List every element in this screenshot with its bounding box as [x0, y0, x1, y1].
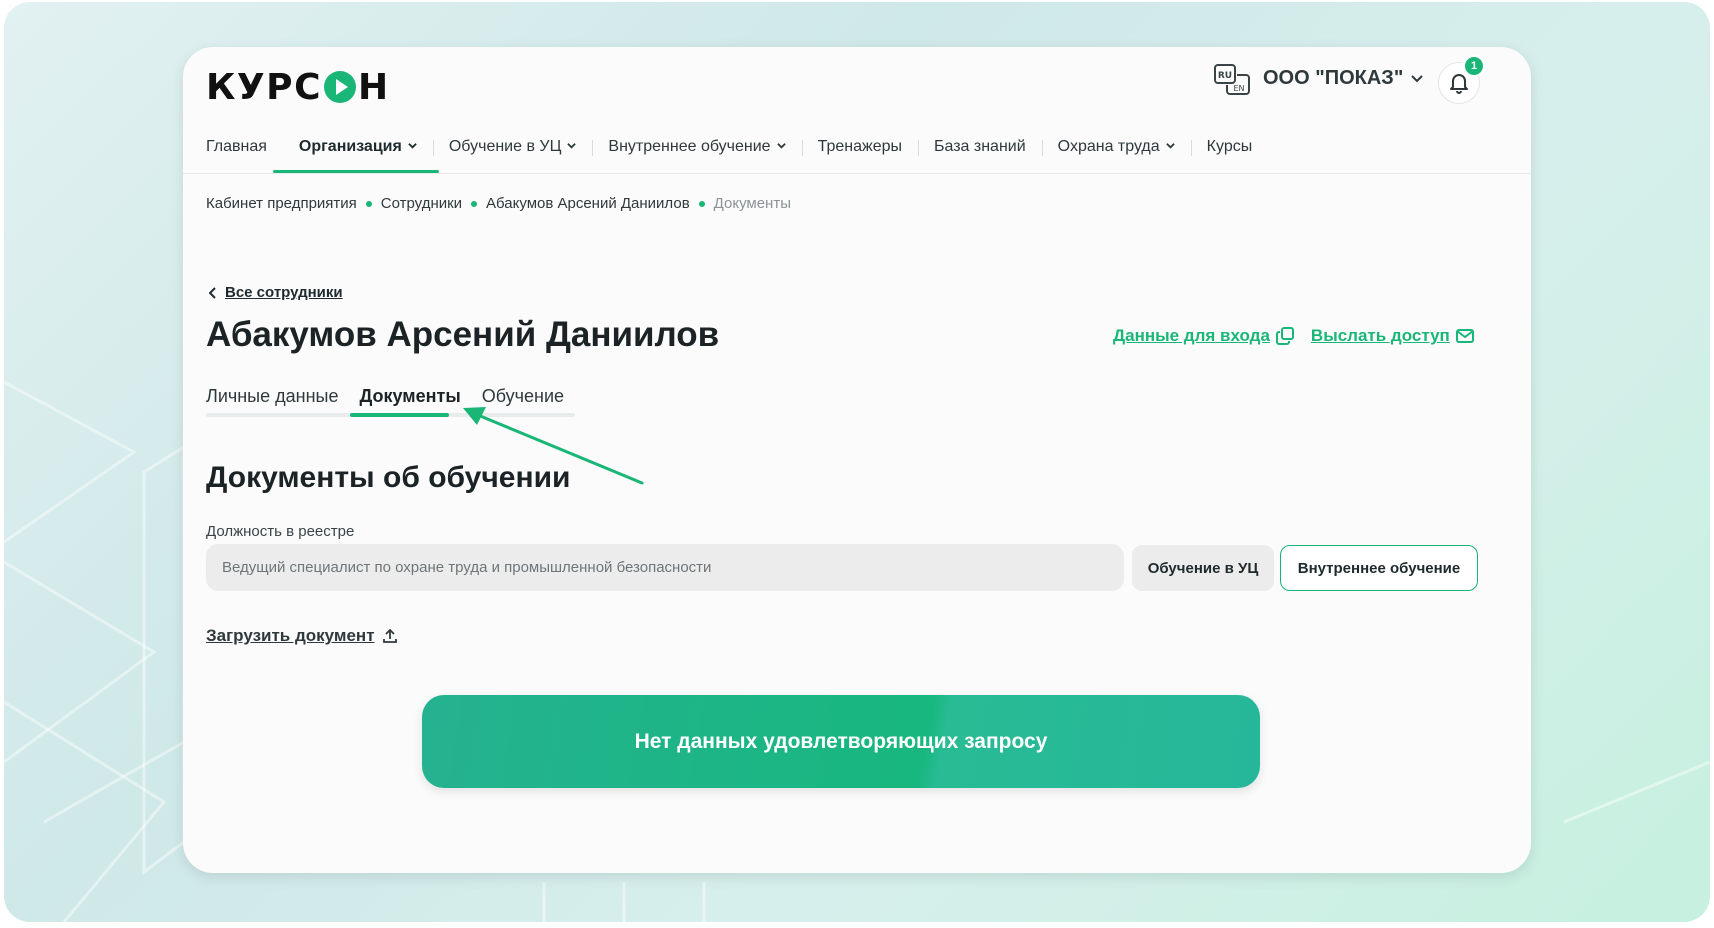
- svg-text:EN: EN: [1233, 84, 1244, 93]
- nav-item-courses[interactable]: Курсы: [1190, 138, 1269, 173]
- upload-icon: [382, 628, 397, 643]
- breadcrumb-current: Документы: [713, 195, 791, 212]
- breadcrumb: Кабинет предприятия Сотрудники Абакумов …: [206, 195, 791, 212]
- internal-training-button[interactable]: Внутреннее обучение: [1280, 545, 1478, 591]
- main-card: КУРС Н RU EN ООО "ПОКАЗ" 1 Главная Орган…: [183, 47, 1531, 873]
- uc-training-button[interactable]: Обучение в УЦ: [1132, 545, 1274, 591]
- mail-icon: [1455, 329, 1474, 343]
- breadcrumb-separator: [698, 200, 705, 207]
- send-access-label: Выслать доступ: [1310, 326, 1450, 345]
- tab-training[interactable]: Обучение: [482, 386, 564, 416]
- nav-label: Обучение в УЦ: [448, 138, 562, 155]
- position-field[interactable]: [206, 544, 1124, 591]
- chevron-down-icon: [1165, 143, 1175, 149]
- org-selector[interactable]: ООО "ПОКАЗ": [1263, 67, 1424, 90]
- nav-label: Организация: [298, 138, 402, 155]
- bell-icon: [1450, 74, 1468, 94]
- breadcrumb-item[interactable]: Кабинет предприятия: [206, 195, 357, 212]
- chevron-down-icon: [567, 143, 577, 149]
- chevron-down-icon: [408, 143, 417, 149]
- nav-label: Охрана труда: [1057, 138, 1160, 155]
- back-link-label: Все сотрудники: [225, 284, 343, 301]
- section-title: Документы об обучении: [206, 461, 571, 494]
- nav-item-internal-training[interactable]: Внутреннее обучение: [592, 138, 801, 173]
- breadcrumb-separator: [365, 200, 372, 207]
- upload-document-link[interactable]: Загрузить документ: [206, 626, 397, 646]
- tab-documents[interactable]: Документы: [359, 386, 460, 416]
- breadcrumb-item[interactable]: Сотрудники: [381, 195, 462, 212]
- active-tab-indicator: [350, 413, 449, 417]
- ru-en-lang-icon[interactable]: RU EN: [1213, 63, 1251, 97]
- logo-play-icon: [324, 71, 356, 103]
- kurson-logo[interactable]: КУРС Н: [206, 61, 390, 113]
- logo-text-left: КУРС: [206, 66, 322, 108]
- notification-badge: 1: [1463, 55, 1485, 77]
- page-title: Абакумов Арсений Даниилов: [206, 315, 720, 354]
- nav-label: База знаний: [933, 138, 1026, 155]
- nav-item-uc-training[interactable]: Обучение в УЦ: [432, 138, 593, 173]
- breadcrumb-separator: [471, 200, 478, 207]
- empty-state-banner: Нет данных удовлетворяющих запросу: [422, 695, 1260, 788]
- nav-divider: [183, 173, 1531, 174]
- tab-personal-data[interactable]: Личные данные: [206, 386, 338, 416]
- employee-tabs: Личные данные Документы Обучение: [206, 386, 575, 416]
- nav-label: Главная: [206, 138, 267, 155]
- nav-item-organization[interactable]: Организация: [272, 138, 439, 173]
- login-data-link[interactable]: Данные для входа: [1113, 326, 1294, 346]
- back-to-employees-link[interactable]: Все сотрудники: [209, 284, 343, 301]
- nav-item-labor-safety[interactable]: Охрана труда: [1041, 138, 1191, 173]
- upload-document-label: Загрузить документ: [206, 626, 375, 645]
- chevron-left-icon: [209, 286, 216, 299]
- copy-icon: [1275, 327, 1294, 345]
- nav-label: Курсы: [1206, 138, 1253, 155]
- chevron-down-icon: [1411, 74, 1424, 82]
- breadcrumb-item[interactable]: Абакумов Арсений Даниилов: [486, 195, 690, 212]
- logo-text-right: Н: [358, 66, 390, 108]
- org-name: ООО "ПОКАЗ": [1263, 67, 1404, 89]
- nav-item-knowledge-base[interactable]: База знаний: [917, 138, 1042, 173]
- nav-label: Внутреннее обучение: [608, 138, 771, 155]
- chevron-down-icon: [776, 143, 786, 149]
- employee-actions: Данные для входа Выслать доступ: [1113, 326, 1474, 346]
- position-field-label: Должность в реестре: [206, 523, 355, 540]
- login-data-label: Данные для входа: [1113, 326, 1270, 345]
- nav-label: Тренажеры: [817, 138, 902, 155]
- send-access-link[interactable]: Выслать доступ: [1311, 326, 1474, 346]
- main-nav: Главная Организация Обучение в УЦ Внутре…: [206, 138, 1268, 173]
- nav-item-home[interactable]: Главная: [206, 138, 283, 173]
- svg-text:RU: RU: [1218, 71, 1232, 81]
- nav-item-simulators[interactable]: Тренажеры: [801, 138, 918, 173]
